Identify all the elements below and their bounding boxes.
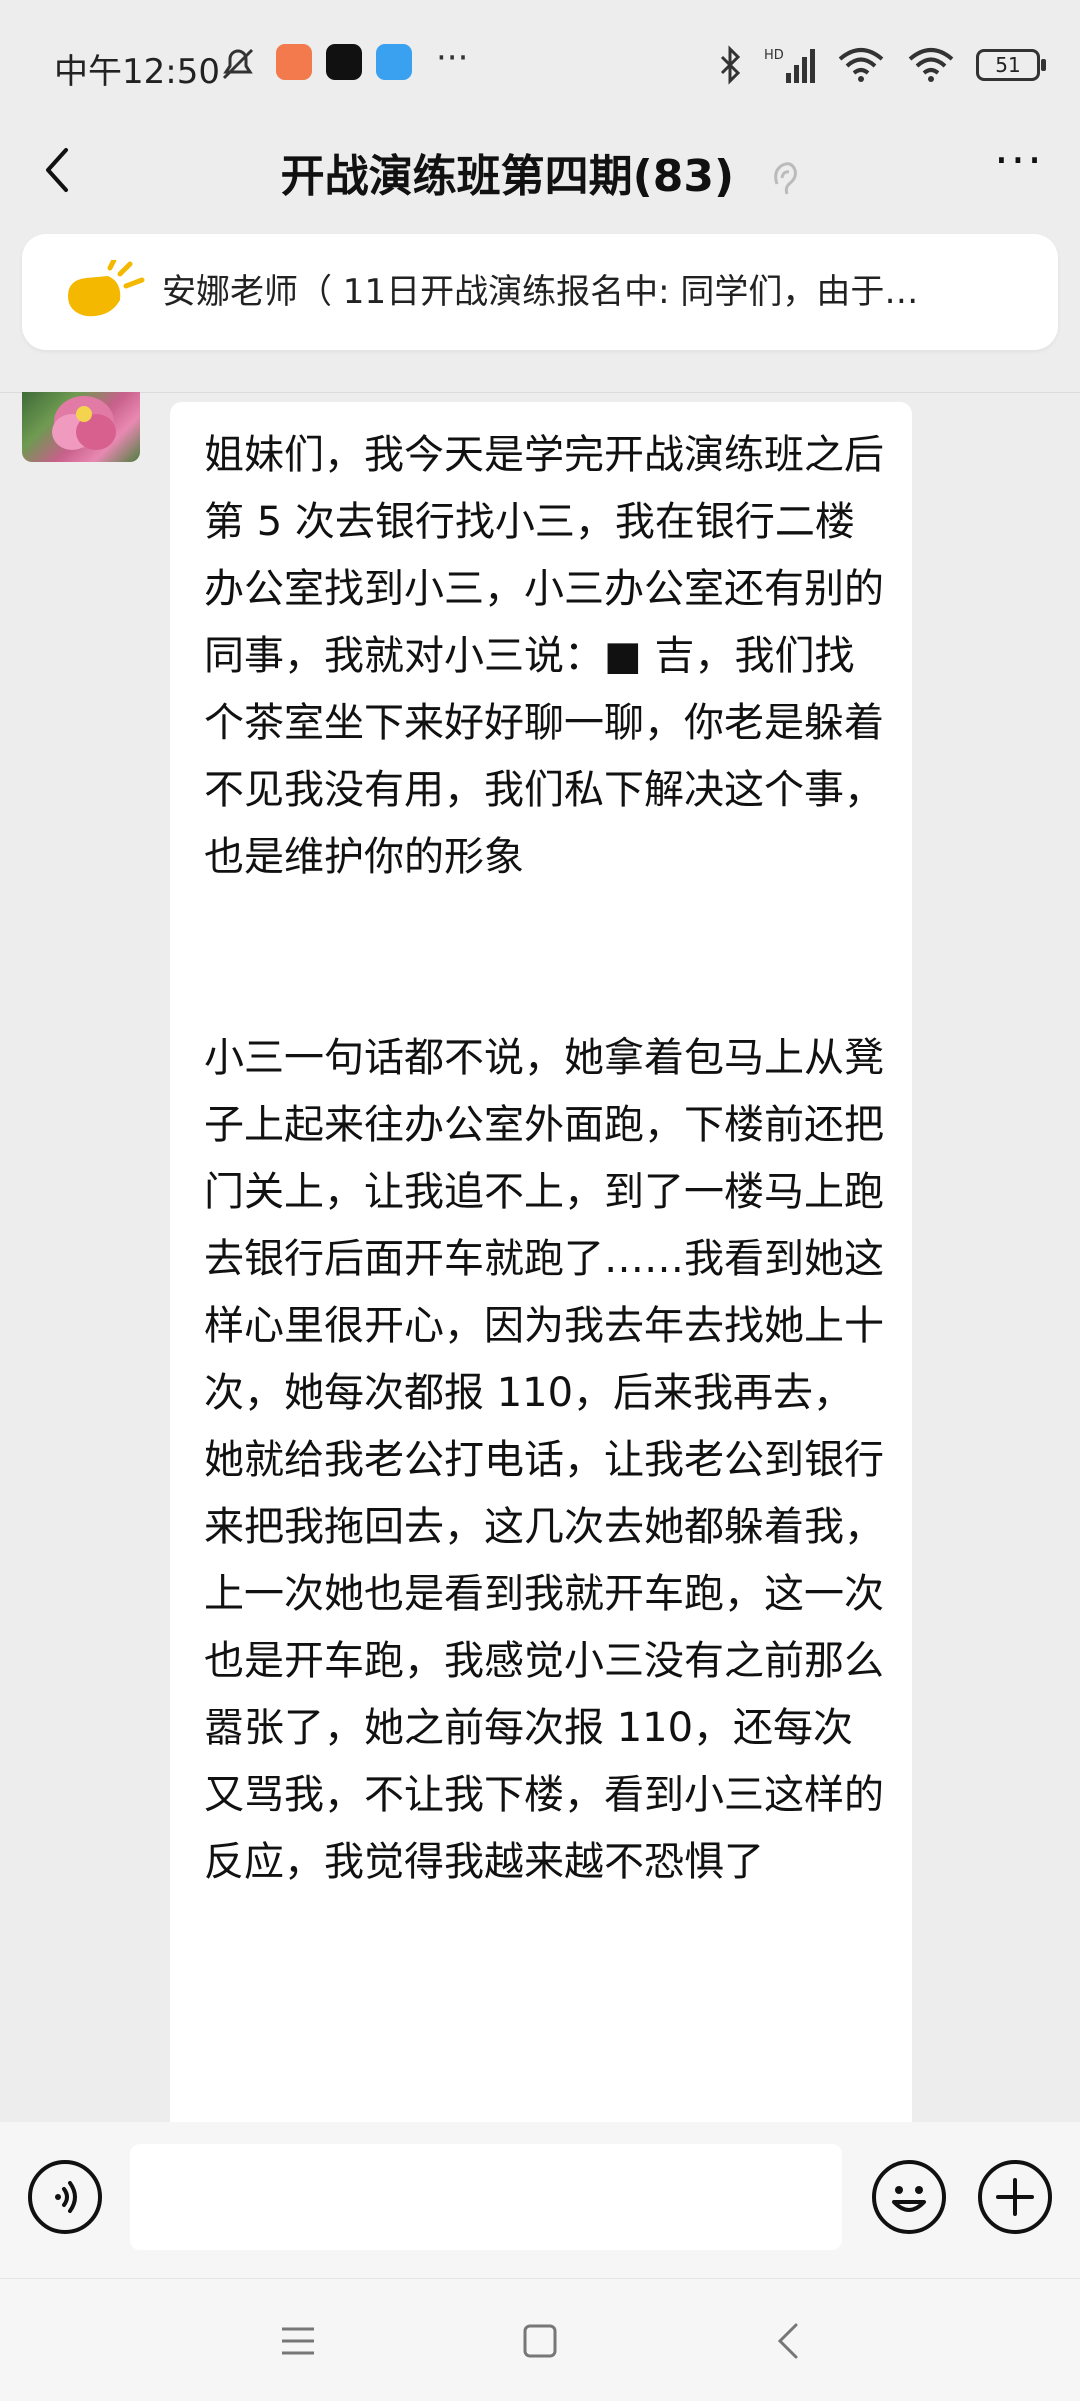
divider [0,392,1080,393]
menu-icon[interactable] [276,2319,320,2363]
message-text: 姐妹们，我今天是学完开战演练班之后第 5 次去银行找小三，我在银行二楼办公室找到… [204,432,884,1885]
home-icon[interactable] [518,2319,562,2363]
megaphone-icon [68,260,145,317]
page-title: 开战演练班第四期(83) [0,140,1080,204]
plus-button[interactable] [978,2160,1052,2234]
announcement-text: 安娜老师（ 11日开战演练报名中: 同学们，由于… [162,272,919,312]
voice-button[interactable] [28,2160,102,2234]
back-icon[interactable] [768,2319,812,2363]
svg-text:HD: HD [764,48,784,63]
voice-icon [55,2181,77,2213]
system-navigation-bar [0,2278,1080,2401]
signal-icon: HD [764,48,815,83]
lotus-avatar [52,396,116,450]
chat-header: 开战演练班第四期(83) ··· [0,120,1080,220]
emoji-icon [892,2186,926,2212]
emoji-button[interactable] [872,2160,946,2234]
plus-icon [996,2178,1034,2216]
mute-icon [222,48,254,80]
input-bar [0,2122,1080,2278]
more-options-button[interactable]: ··· [984,137,1054,200]
tiktok-icon [326,44,362,80]
app-notification-icon [276,44,312,80]
status-time: 中午12:50 [54,52,220,92]
group-announcement[interactable]: 安娜老师（ 11日开战演练报名中: 同学们，由于… [22,234,1058,350]
message-input[interactable] [130,2144,842,2250]
wifi-icon [838,48,884,82]
more-notifications-icon: ··· [436,38,469,78]
status-bar: 中午12:50 ··· HD 51 [0,0,1080,120]
ear-mute-icon [774,162,798,195]
wifi-icon [908,48,954,82]
avatar[interactable] [22,392,140,462]
battery-icon: 51 [976,49,1046,81]
message-bubble[interactable]: 姐妹们，我今天是学完开战演练班之后第 5 次去银行找小三，我在银行二楼办公室找到… [170,402,912,2122]
app-notification-icon [376,44,412,80]
bluetooth-icon [720,45,741,85]
group-name: 开战演练班第四期(83) [280,151,735,202]
